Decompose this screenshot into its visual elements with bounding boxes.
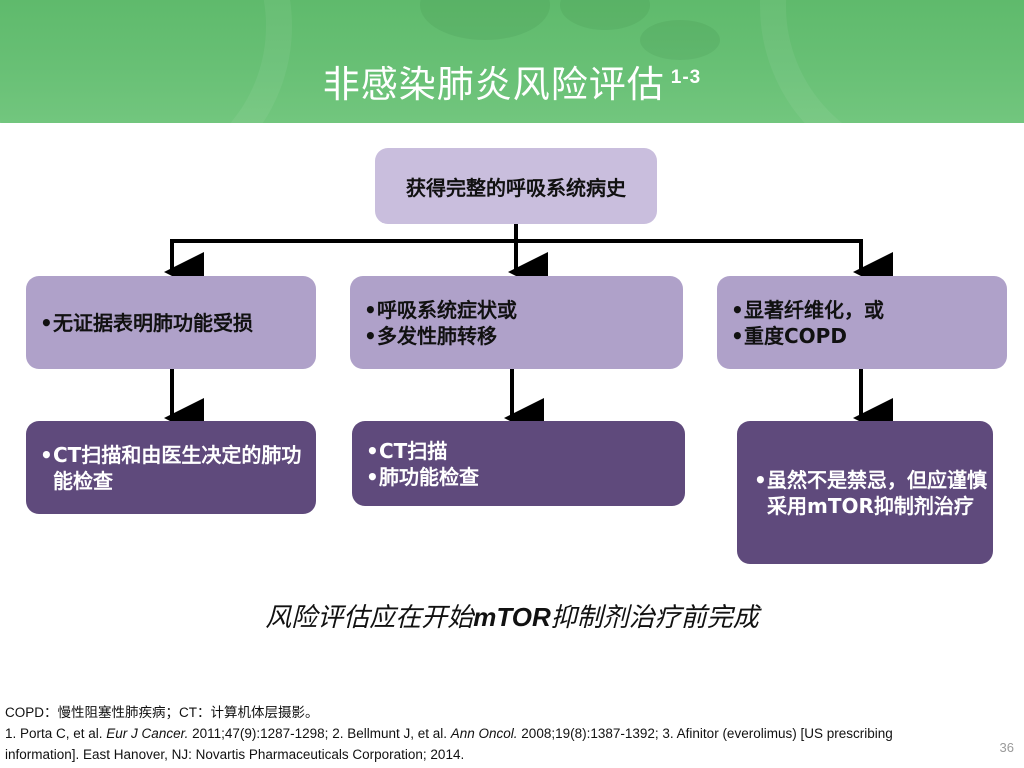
bullet: • (40, 442, 53, 467)
condition-text: 无证据表明肺功能受损 (53, 310, 253, 335)
condition-item: • 多发性肺转移 (364, 323, 517, 349)
condition-text: 显著纤维化，或 (744, 297, 884, 322)
page-number: 36 (999, 740, 1014, 755)
bullet: • (40, 310, 53, 335)
bullet: • (366, 438, 379, 463)
action-text: 虽然不是禁忌，但应谨慎采用mTOR抑制剂治疗 (767, 467, 987, 518)
abbreviation-text: COPD：慢性阻塞性肺疾病；CT：计算机体层摄影。 (5, 705, 319, 720)
flow-connectors (164, 224, 893, 438)
action-node-3: • 虽然不是禁忌，但应谨慎采用mTOR抑制剂治疗 (737, 421, 993, 564)
reference-journal: Eur J Cancer. (106, 726, 189, 741)
reference-journal: Ann Oncol. (450, 726, 518, 741)
bullet: • (731, 297, 744, 322)
condition-text: 多发性肺转移 (377, 323, 497, 348)
condition-text: 呼吸系统症状或 (377, 297, 517, 322)
action-node-1: • CT扫描和由医生决定的肺功能检查 (26, 421, 316, 514)
condition-node-3: • 显著纤维化，或 • 重度COPD (717, 276, 1007, 369)
conclusion-text-after: 抑制剂治疗前完成 (550, 603, 759, 633)
condition-node-1: • 无证据表明肺功能受损 (26, 276, 316, 369)
bullet: • (366, 464, 379, 489)
action-text: CT扫描 (379, 438, 448, 463)
action-item: • 肺功能检查 (366, 464, 479, 490)
bullet: • (731, 323, 744, 348)
condition-list: • 无证据表明肺功能受损 (26, 310, 253, 336)
action-text: 肺功能检查 (379, 464, 479, 489)
abbreviation-footnote: COPD：慢性阻塞性肺疾病；CT：计算机体层摄影。 (5, 702, 965, 723)
condition-list: • 显著纤维化，或 • 重度COPD (717, 297, 884, 349)
action-item: • 虽然不是禁忌，但应谨慎采用mTOR抑制剂治疗 (754, 467, 988, 519)
root-node-label: 获得完整的呼吸系统病史 (406, 175, 626, 200)
action-text: CT扫描和由医生决定的肺功能检查 (53, 442, 302, 493)
bullet: • (754, 467, 767, 492)
action-node-2: • CT扫描 • 肺功能检查 (352, 421, 685, 506)
condition-text: 重度COPD (744, 323, 847, 348)
bullet: • (364, 297, 377, 322)
conclusion-text-before: 风险评估应在开始 (265, 603, 474, 633)
condition-item: • 显著纤维化，或 (731, 297, 884, 323)
condition-item: • 呼吸系统症状或 (364, 297, 517, 323)
reference-text: 1. Porta C, et al. (5, 726, 107, 741)
reference-footnote: 1. Porta C, et al. Eur J Cancer. 2011;47… (5, 723, 955, 765)
condition-node-2: • 呼吸系统症状或 • 多发性肺转移 (350, 276, 683, 369)
reference-text: 2011;47(9):1287-1298; 2. Bellmunt J, et … (188, 726, 451, 741)
action-list: • CT扫描 • 肺功能检查 (352, 438, 479, 490)
bullet: • (364, 323, 377, 348)
condition-item: • 重度COPD (731, 323, 884, 349)
condition-list: • 呼吸系统症状或 • 多发性肺转移 (350, 297, 517, 349)
action-list: • 虽然不是禁忌，但应谨慎采用mTOR抑制剂治疗 (737, 467, 988, 519)
root-node: 获得完整的呼吸系统病史 (375, 148, 657, 224)
action-list: • CT扫描和由医生决定的肺功能检查 (26, 442, 302, 494)
conclusion-statement: 风险评估应在开始mTOR抑制剂治疗前完成 (0, 597, 1024, 634)
action-item: • CT扫描 (366, 438, 479, 464)
conclusion-emphasis: mTOR (473, 602, 551, 632)
action-item: • CT扫描和由医生决定的肺功能检查 (40, 442, 302, 494)
condition-item: • 无证据表明肺功能受损 (40, 310, 253, 336)
